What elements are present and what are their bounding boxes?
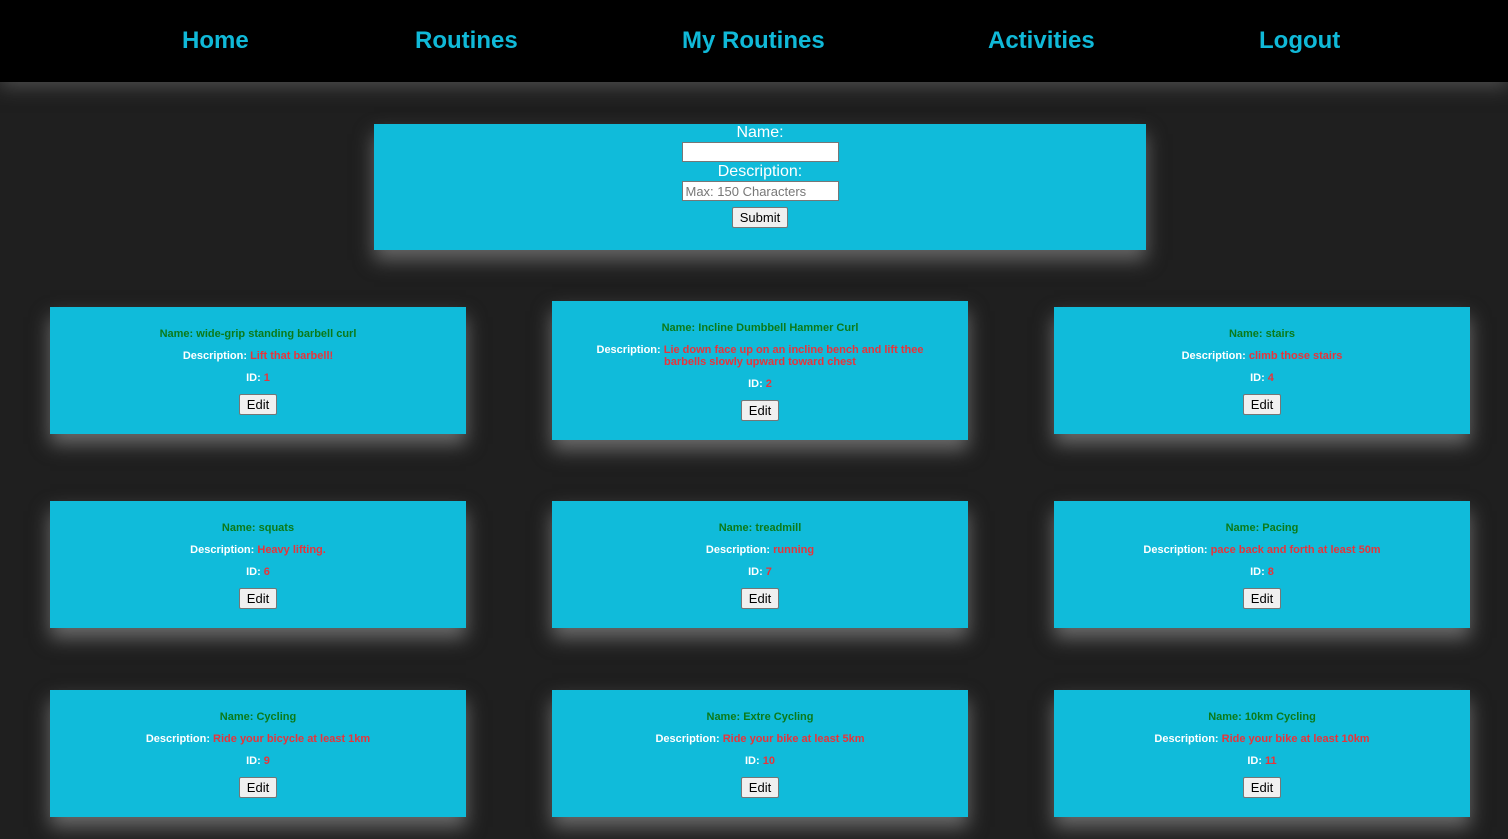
name-input[interactable]: [681, 142, 839, 162]
activity-name: Name: squats: [221, 522, 295, 534]
activity-description: Description: Lift that barbell!: [182, 350, 334, 362]
edit-button[interactable]: Edit: [238, 394, 278, 415]
activity-card: Name: Extre Cycling Description: Ride yo…: [552, 690, 968, 817]
activity-description: Description: Ride your bike at least 10k…: [1154, 733, 1370, 745]
activity-id: ID: 8: [1250, 566, 1274, 578]
activity-name: Name: 10km Cycling: [1208, 711, 1316, 723]
activity-name: Name: wide-grip standing barbell curl: [159, 328, 357, 340]
activity-card: Name: wide-grip standing barbell curl De…: [50, 307, 466, 434]
activity-id: ID: 11: [1247, 755, 1277, 767]
create-activity-form: Name: Description: Submit: [374, 124, 1146, 250]
activity-name: Name: stairs: [1228, 328, 1296, 340]
edit-button[interactable]: Edit: [740, 400, 780, 421]
activity-name: Name: Extre Cycling: [706, 711, 814, 723]
activity-card: Name: treadmill Description: running ID:…: [552, 501, 968, 628]
nav-activities-link[interactable]: Activities: [988, 27, 1095, 55]
edit-button[interactable]: Edit: [1242, 588, 1282, 609]
edit-button[interactable]: Edit: [238, 777, 278, 798]
submit-button[interactable]: Submit: [731, 207, 789, 228]
activity-name: Name: treadmill: [718, 522, 802, 534]
activity-id: ID: 4: [1250, 372, 1274, 384]
edit-button[interactable]: Edit: [740, 777, 780, 798]
edit-button[interactable]: Edit: [238, 588, 278, 609]
activity-id: ID: 1: [246, 372, 270, 384]
activity-id: ID: 2: [748, 378, 772, 390]
activity-description: Description: Ride your bicycle at least …: [145, 733, 371, 745]
activity-card: Name: Cycling Description: Ride your bic…: [50, 690, 466, 817]
activity-description: Description: Heavy lifting.: [190, 544, 326, 556]
activity-description: Description: pace back and forth at leas…: [1143, 544, 1381, 556]
activity-description: Description: running: [705, 544, 815, 556]
activity-description: Description: Ride your bike at least 5km: [655, 733, 865, 745]
activity-name: Name: Incline Dumbbell Hammer Curl: [661, 322, 859, 334]
edit-button[interactable]: Edit: [740, 588, 780, 609]
activity-description: Description: Lie down face up on an incl…: [596, 344, 924, 368]
activity-name: Name: Pacing: [1225, 522, 1299, 534]
activity-id: ID: 6: [246, 566, 270, 578]
activity-name: Name: Cycling: [219, 711, 297, 723]
activity-card: Name: 10km Cycling Description: Ride you…: [1054, 690, 1470, 817]
activity-id: ID: 10: [745, 755, 775, 767]
nav-logout-link[interactable]: Logout: [1259, 27, 1340, 55]
activity-card: Name: Incline Dumbbell Hammer Curl Descr…: [552, 301, 968, 440]
activity-card: Name: stairs Description: climb those st…: [1054, 307, 1470, 434]
nav-home-link[interactable]: Home: [182, 27, 249, 55]
activity-card: Name: squats Description: Heavy lifting.…: [50, 501, 466, 628]
activity-id: ID: 7: [748, 566, 772, 578]
activity-card: Name: Pacing Description: pace back and …: [1054, 501, 1470, 628]
name-label: Name:: [736, 124, 784, 141]
activity-id: ID: 9: [246, 755, 270, 767]
nav-routines-link[interactable]: Routines: [415, 27, 518, 55]
description-input[interactable]: [681, 181, 839, 201]
nav-my-routines-link[interactable]: My Routines: [682, 27, 825, 55]
description-label: Description:: [717, 163, 803, 180]
top-nav: Home Routines My Routines Activities Log…: [0, 0, 1508, 82]
edit-button[interactable]: Edit: [1242, 777, 1282, 798]
edit-button[interactable]: Edit: [1242, 394, 1282, 415]
activity-description: Description: climb those stairs: [1181, 350, 1343, 362]
